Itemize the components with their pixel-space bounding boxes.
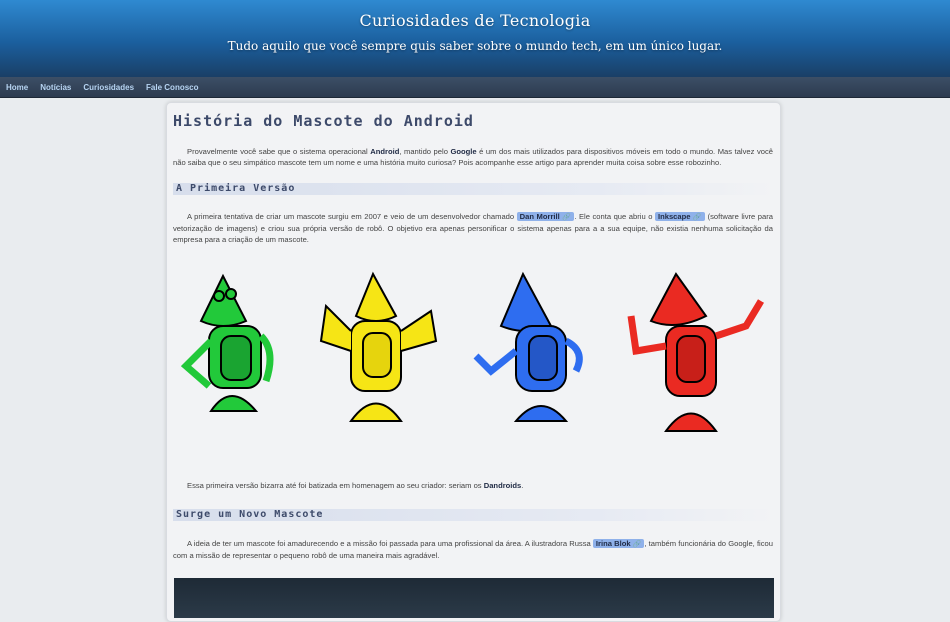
article-title: História do Mascote do Android	[173, 112, 474, 130]
dandroids-paragraph: Essa primeira versão bizarra até foi bat…	[187, 481, 524, 490]
external-link-icon: 🔗	[692, 214, 703, 221]
dandroids-bold: Dandroids	[483, 481, 522, 490]
external-link-icon: 🔗	[632, 541, 642, 548]
nav-curiosidades[interactable]: Curiosidades	[83, 83, 134, 92]
dandroids-mascots-image	[181, 271, 765, 432]
link-inkscape[interactable]: Inkscape 🔗	[654, 212, 706, 221]
link-irina-blok[interactable]: Irina Blok 🔗	[592, 539, 645, 548]
site-title[interactable]: Curiosidades de Tecnologia	[0, 0, 950, 30]
android-bold: Android	[370, 147, 400, 156]
google-bold: Google	[450, 147, 477, 156]
section-heading-novo-mascote: Surge um Novo Mascote	[173, 509, 775, 521]
external-link-icon: 🔗	[561, 214, 572, 221]
yellow-robot-illustration	[319, 271, 438, 422]
article-card: História do Mascote do Android Provavelm…	[166, 102, 781, 622]
section-heading-primeira-versao: A Primeira Versão	[173, 183, 775, 195]
section2-paragraph: A ideia de ter um mascote foi amadurecen…	[173, 539, 773, 560]
irina-blok-photo	[174, 578, 774, 618]
blue-robot-illustration	[473, 271, 583, 422]
site-header: Curiosidades de Tecnologia Tudo aquilo q…	[0, 0, 950, 77]
intro-paragraph: Provavelmente você sabe que o sistema op…	[173, 147, 774, 167]
nav-fale-conosco[interactable]: Fale Conosco	[146, 83, 198, 92]
site-subtitle: Tudo aquilo que você sempre quis saber s…	[227, 39, 723, 53]
section1-paragraph: A primeira tentativa de criar um mascote…	[173, 212, 773, 244]
green-robot-illustration	[181, 273, 274, 412]
link-dan-morrill[interactable]: Dan Morrill 🔗	[516, 212, 575, 221]
nav-home[interactable]: Home	[6, 83, 28, 92]
nav-noticias[interactable]: Notícias	[40, 83, 71, 92]
red-robot-illustration	[627, 272, 765, 432]
main-nav: Home Notícias Curiosidades Fale Conosco	[0, 77, 950, 98]
